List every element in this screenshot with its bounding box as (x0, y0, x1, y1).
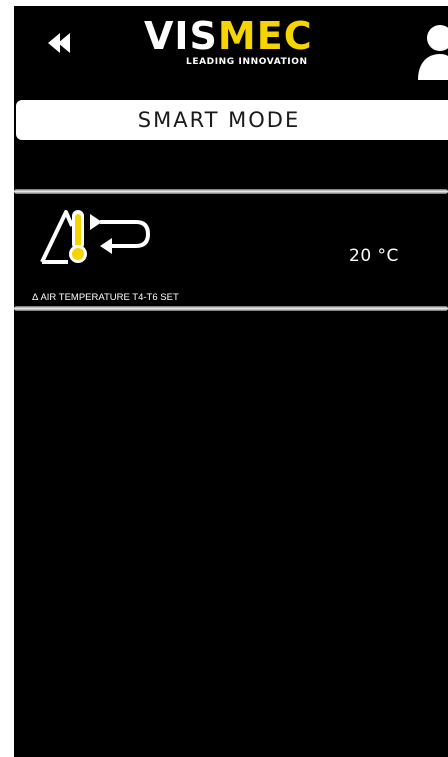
logo-word-yellow: MEC (217, 14, 313, 58)
logo-word-white: VIS (144, 14, 218, 58)
delta-temperature-return-icon (40, 210, 151, 264)
logo-tagline: LEADING INNOVATION (186, 57, 308, 67)
user-button[interactable] (414, 18, 448, 80)
separator-top (14, 189, 448, 194)
mode-selector[interactable]: SMART MODE (16, 100, 448, 140)
parameter-value: 20 °C (349, 246, 399, 266)
mode-title: SMART MODE (137, 108, 301, 132)
double-chevron-left-icon (48, 33, 70, 53)
user-icon (418, 25, 448, 80)
vismec-logo: VISMEC LEADING INNOVATION (144, 17, 344, 72)
separator-bottom (14, 306, 448, 311)
app-screen: VISMEC LEADING INNOVATION SMART MODE 20 … (14, 6, 448, 757)
parameter-label: Δ AIR TEMPERATURE T4-T6 SET (32, 292, 179, 303)
logo-wordmark: VISMEC (144, 17, 313, 55)
back-button[interactable] (34, 28, 78, 58)
parameter-row-air-temperature[interactable]: 20 °C Δ AIR TEMPERATURE T4-T6 SET (14, 196, 448, 304)
